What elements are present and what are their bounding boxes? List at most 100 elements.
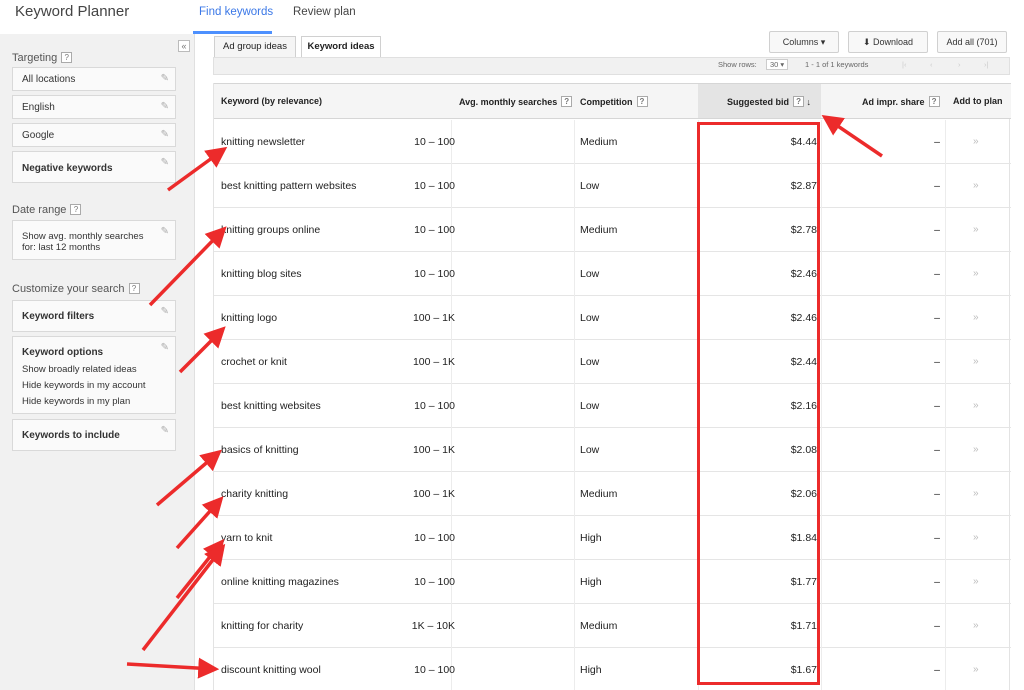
keyword-cell: crochet or knit <box>221 356 287 368</box>
edit-pencil-icon[interactable]: ✎ <box>161 306 169 317</box>
searches-cell: 10 – 100 <box>414 268 455 280</box>
table-row: knitting newsletter 10 – 100 Medium $4.44–» <box>214 120 1011 164</box>
targeting-label: Targeting? <box>12 52 73 64</box>
searches-cell: 10 – 100 <box>414 180 455 192</box>
prev-page-icon[interactable]: ‹ <box>930 60 933 69</box>
negative-keywords[interactable]: Negative keywords ✎ <box>12 151 176 183</box>
column-divider <box>821 296 822 340</box>
first-page-icon[interactable]: |‹ <box>902 60 906 69</box>
targeting-network[interactable]: Google ✎ <box>12 123 176 147</box>
column-divider <box>821 252 822 296</box>
competition-cell: Low <box>580 400 600 412</box>
keyword-filters[interactable]: Keyword filters ✎ <box>12 300 176 332</box>
keyword-ideas-table: Keyword (by relevance) Avg. monthly sear… <box>213 83 1011 690</box>
column-divider <box>821 560 822 604</box>
column-divider <box>821 472 822 516</box>
app-header: Keyword Planner Find keywords Review pla… <box>0 0 1024 34</box>
column-divider <box>821 648 822 690</box>
column-divider <box>821 164 822 208</box>
edit-pencil-icon[interactable]: ✎ <box>161 425 169 436</box>
customize-search-label: Customize your search? <box>12 283 140 295</box>
competition-cell: Low <box>580 444 600 456</box>
rows-per-page-select[interactable]: 30 ▾ <box>766 59 789 70</box>
table-row: charity knitting 100 – 1K Medium $2.06–» <box>214 472 1011 516</box>
keyword-cell: basics of knitting <box>221 444 299 456</box>
add-to-plan-cell[interactable]: » <box>973 532 979 543</box>
add-to-plan-cell[interactable]: » <box>973 576 979 587</box>
next-page-icon[interactable]: › <box>958 60 961 69</box>
col-header-keyword[interactable]: Keyword (by relevance) <box>221 96 322 106</box>
help-icon[interactable]: ? <box>928 96 940 107</box>
add-to-plan-cell[interactable]: » <box>973 268 979 279</box>
targeting-locations[interactable]: All locations ✎ <box>12 67 176 91</box>
edit-pencil-icon[interactable]: ✎ <box>161 129 169 140</box>
tab-review-plan[interactable]: Review plan <box>293 6 356 18</box>
add-to-plan-cell[interactable]: » <box>973 224 979 235</box>
add-to-plan-cell[interactable]: » <box>973 400 979 411</box>
targeting-language[interactable]: English ✎ <box>12 95 176 119</box>
edit-pencil-icon[interactable]: ✎ <box>161 73 169 84</box>
add-to-plan-cell[interactable]: » <box>973 180 979 191</box>
column-divider <box>574 164 575 208</box>
add-to-plan-cell[interactable]: » <box>973 620 979 631</box>
competition-cell: Medium <box>580 136 618 148</box>
keyword-options[interactable]: Keyword options Show broadly related ide… <box>12 336 176 414</box>
searches-cell: 10 – 100 <box>414 224 455 236</box>
tab-ad-group-ideas[interactable]: Ad group ideas <box>214 36 296 58</box>
columns-button[interactable]: Columns ▾ <box>769 31 839 53</box>
col-header-impr-share[interactable]: Ad impr. share? <box>862 96 940 107</box>
column-divider <box>574 296 575 340</box>
column-divider <box>574 604 575 648</box>
column-divider <box>574 208 575 252</box>
col-header-suggested-bid[interactable]: Suggested bid? ↓ <box>727 96 811 107</box>
searches-cell: 100 – 1K <box>412 444 455 456</box>
help-icon[interactable]: ? <box>128 283 140 294</box>
tab-find-keywords[interactable]: Find keywords <box>199 6 273 18</box>
table-row: best knitting websites 10 – 100 Low $2.16–» <box>214 384 1011 428</box>
column-divider <box>945 384 946 428</box>
help-icon[interactable]: ? <box>793 96 805 107</box>
column-divider <box>945 252 946 296</box>
add-to-plan-cell[interactable]: » <box>973 312 979 323</box>
keyword-cell: knitting for charity <box>221 620 304 632</box>
column-divider <box>574 472 575 516</box>
edit-pencil-icon[interactable]: ✎ <box>161 101 169 112</box>
impr-share-cell: – <box>934 664 940 676</box>
searches-cell: 100 – 1K <box>412 312 455 324</box>
download-icon: ⬇ <box>862 37 871 47</box>
last-page-icon[interactable]: ›| <box>984 60 988 69</box>
column-divider <box>821 516 822 560</box>
help-icon[interactable]: ? <box>70 204 82 215</box>
table-row: discount knitting wool 10 – 100 High $1.67–… <box>214 648 1011 690</box>
impr-share-cell: – <box>934 356 940 368</box>
col-header-competition[interactable]: Competition? <box>580 96 648 107</box>
collapse-sidebar-button[interactable]: « <box>178 40 190 52</box>
edit-pencil-icon[interactable]: ✎ <box>161 157 169 168</box>
add-to-plan-cell[interactable]: » <box>973 664 979 675</box>
download-button[interactable]: ⬇ Download <box>848 31 928 53</box>
column-divider <box>821 604 822 648</box>
add-to-plan-cell[interactable]: » <box>973 356 979 367</box>
searches-cell: 100 – 1K <box>412 356 455 368</box>
column-divider <box>574 120 575 164</box>
column-divider <box>945 340 946 384</box>
keywords-to-include[interactable]: Keywords to include ✎ <box>12 419 176 451</box>
help-icon[interactable]: ? <box>636 96 648 107</box>
edit-pencil-icon[interactable]: ✎ <box>161 342 169 353</box>
keyword-cell: best knitting websites <box>221 400 321 412</box>
edit-pencil-icon[interactable]: ✎ <box>161 226 169 237</box>
add-all-button[interactable]: Add all (701) <box>937 31 1007 53</box>
tab-keyword-ideas[interactable]: Keyword ideas <box>301 36 381 58</box>
help-icon[interactable]: ? <box>561 96 573 107</box>
column-divider <box>821 428 822 472</box>
col-header-searches[interactable]: Avg. monthly searches? <box>459 96 573 107</box>
add-to-plan-cell[interactable]: » <box>973 488 979 499</box>
column-divider <box>821 384 822 428</box>
add-to-plan-cell[interactable]: » <box>973 444 979 455</box>
date-range-box[interactable]: Show avg. monthly searches for: last 12 … <box>12 220 176 260</box>
competition-cell: Medium <box>580 620 618 632</box>
add-to-plan-cell[interactable]: » <box>973 136 979 147</box>
help-icon[interactable]: ? <box>61 52 73 63</box>
column-divider <box>574 560 575 604</box>
sort-down-arrow-icon: ↓ <box>806 97 812 107</box>
